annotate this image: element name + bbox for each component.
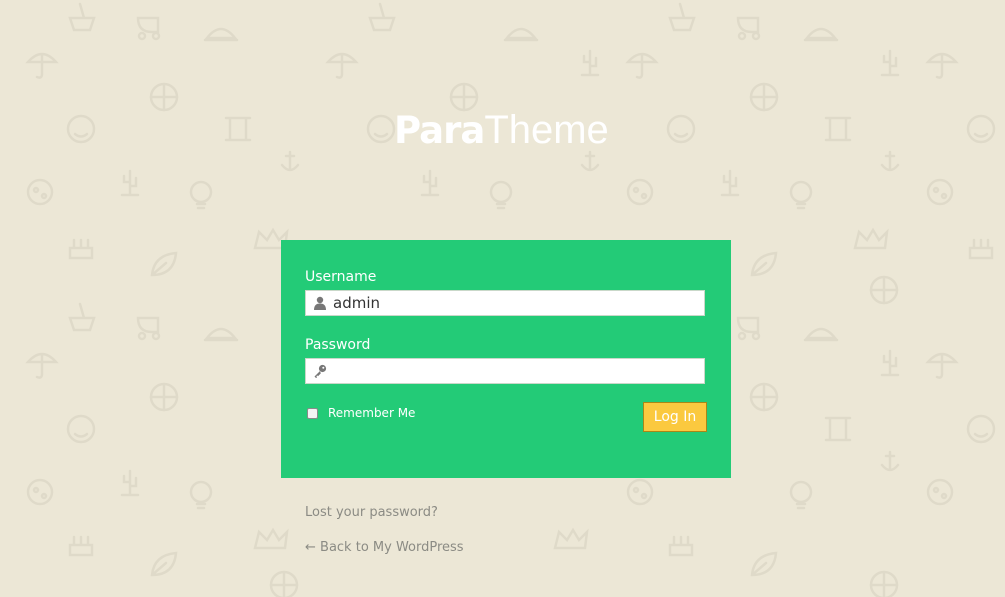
password-input[interactable] <box>332 362 693 380</box>
smiley-icon <box>966 114 996 144</box>
logo-part-bold: Para <box>394 109 485 152</box>
cactus-icon <box>880 49 900 77</box>
bulb-icon <box>189 180 213 210</box>
stroller-icon <box>136 316 161 341</box>
bulb-icon <box>189 480 213 510</box>
column-icon <box>224 116 252 142</box>
login-button[interactable]: Log In <box>643 402 707 432</box>
pizza-icon <box>626 478 654 506</box>
leaf-icon <box>150 551 178 577</box>
smiley-icon <box>66 114 96 144</box>
pizza-icon <box>626 178 654 206</box>
ball-icon <box>269 570 299 597</box>
smiley-icon <box>966 414 996 444</box>
cactus-icon <box>580 49 600 77</box>
cake-icon <box>968 238 994 260</box>
basket-icon <box>368 2 396 32</box>
cactus-icon <box>880 349 900 377</box>
leaf-icon <box>150 251 178 277</box>
anchor-icon <box>880 450 900 472</box>
pizza-icon <box>26 178 54 206</box>
cloche-icon <box>203 327 239 342</box>
umbrella-icon <box>925 352 959 379</box>
lost-password-link[interactable]: Lost your password? <box>305 505 438 520</box>
password-label: Password <box>305 337 371 353</box>
remember-me-label: Remember Me <box>328 406 416 420</box>
smiley-icon <box>666 114 696 144</box>
basket-icon <box>68 302 96 332</box>
pizza-icon <box>26 478 54 506</box>
stroller-icon <box>736 316 761 341</box>
basket-icon <box>668 2 696 32</box>
smiley-icon <box>366 114 396 144</box>
cake-icon <box>668 535 694 557</box>
bulb-icon <box>489 180 513 210</box>
cloche-icon <box>803 327 839 342</box>
cake-icon <box>68 535 94 557</box>
bulb-icon <box>789 480 813 510</box>
password-field-wrapper[interactable] <box>305 358 705 384</box>
basket-icon <box>68 2 96 32</box>
ball-icon <box>149 82 179 112</box>
ball-icon <box>149 382 179 412</box>
crown-icon <box>853 227 889 250</box>
ball-icon <box>869 275 899 305</box>
key-icon <box>308 359 332 383</box>
login-form: Username Password Remember Me Log In <box>281 240 731 478</box>
crown-icon <box>553 527 589 550</box>
smiley-icon <box>66 414 96 444</box>
cactus-icon <box>420 169 440 197</box>
anchor-icon <box>880 150 900 172</box>
umbrella-icon <box>325 52 359 79</box>
ball-icon <box>449 82 479 112</box>
ball-icon <box>869 570 899 597</box>
pizza-icon <box>926 478 954 506</box>
cloche-icon <box>503 27 539 42</box>
cloche-icon <box>203 27 239 42</box>
pizza-icon <box>926 178 954 206</box>
cactus-icon <box>120 469 140 497</box>
cactus-icon <box>120 169 140 197</box>
ball-icon <box>749 82 779 112</box>
column-icon <box>824 116 852 142</box>
stroller-icon <box>136 16 161 41</box>
back-to-site-link[interactable]: ← Back to My WordPress <box>305 540 464 555</box>
anchor-icon <box>280 150 300 172</box>
umbrella-icon <box>925 52 959 79</box>
site-logo[interactable]: ParaTheme <box>394 108 609 152</box>
username-label: Username <box>305 269 377 285</box>
cake-icon <box>68 238 94 260</box>
cloche-icon <box>803 27 839 42</box>
remember-me-checkbox[interactable] <box>307 407 318 419</box>
logo-part-light: Theme <box>484 108 609 152</box>
leaf-icon <box>750 551 778 577</box>
anchor-icon <box>580 150 600 172</box>
umbrella-icon <box>625 52 659 79</box>
user-icon <box>308 291 332 315</box>
username-field-wrapper[interactable] <box>305 290 705 316</box>
leaf-icon <box>750 251 778 277</box>
stroller-icon <box>736 16 761 41</box>
ball-icon <box>749 382 779 412</box>
bulb-icon <box>789 180 813 210</box>
username-input[interactable] <box>332 294 693 312</box>
umbrella-icon <box>25 352 59 379</box>
crown-icon <box>253 527 289 550</box>
remember-me[interactable]: Remember Me <box>307 406 415 420</box>
umbrella-icon <box>25 52 59 79</box>
cactus-icon <box>720 169 740 197</box>
column-icon <box>824 416 852 442</box>
